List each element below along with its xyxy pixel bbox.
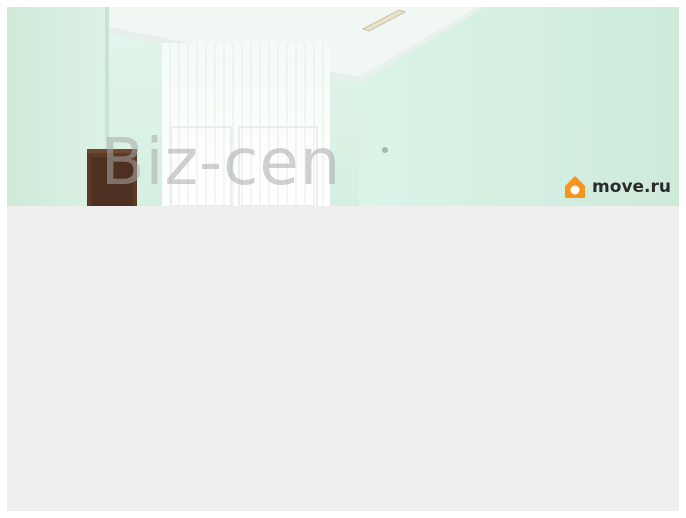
house-logo-icon — [565, 176, 586, 198]
brand-logo: move.ru — [564, 175, 671, 199]
image-frame: Biz-cen move.ru — [7, 7, 679, 511]
empty-area — [7, 206, 679, 511]
listing-photo: Biz-cen move.ru — [7, 7, 679, 206]
brand-name: move.ru — [592, 176, 671, 197]
